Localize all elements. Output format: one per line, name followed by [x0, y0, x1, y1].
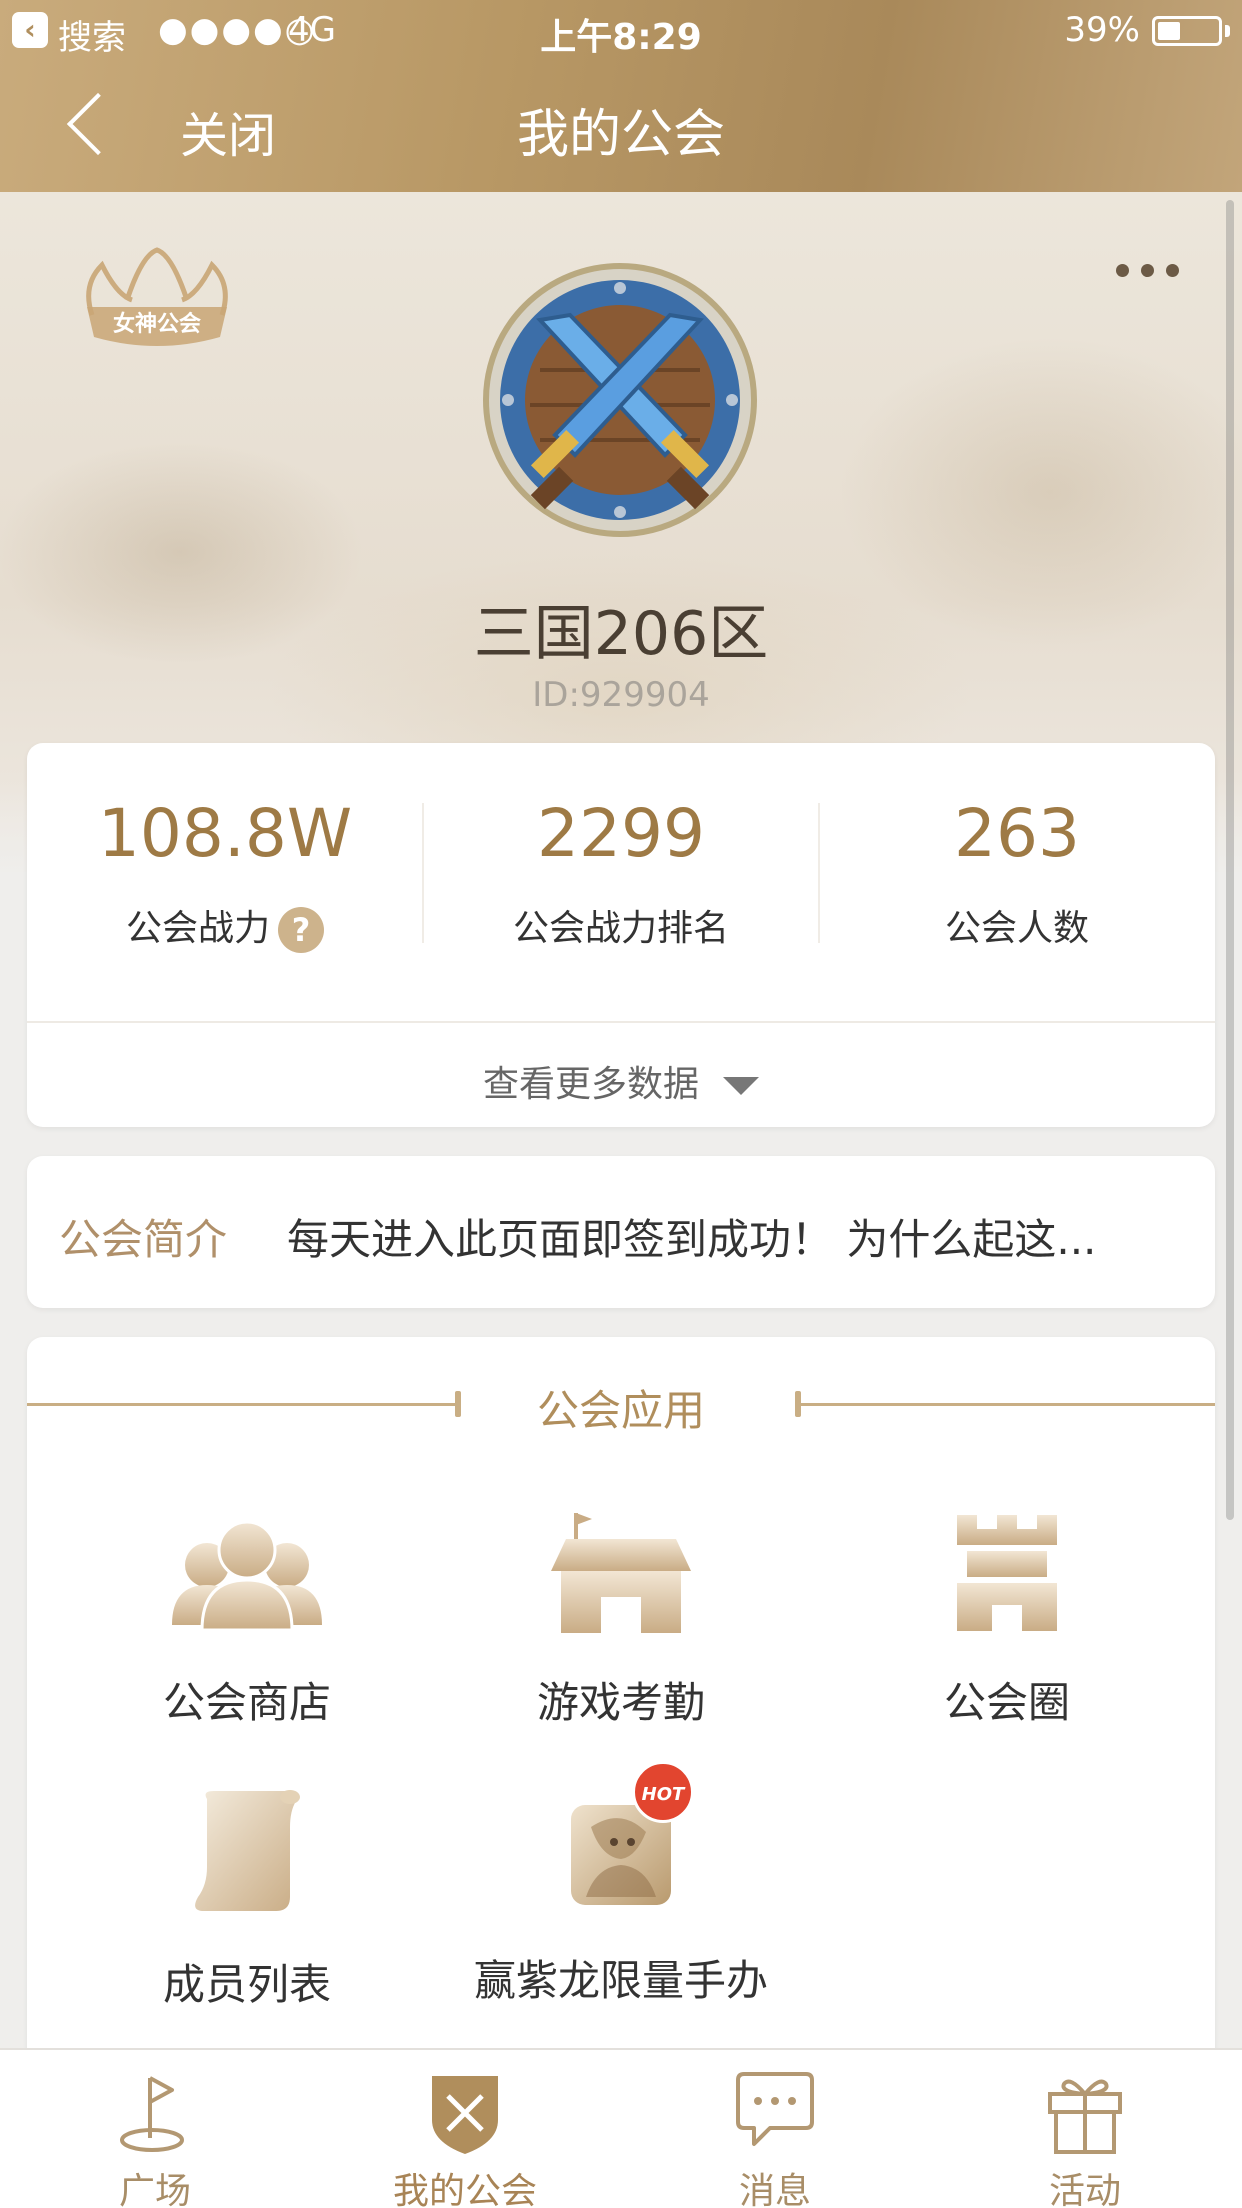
stat-members: 263 公会人数	[819, 743, 1215, 1023]
flag-icon	[120, 2076, 184, 2152]
app-label: 游戏考勤	[536, 1678, 705, 1727]
app-guild-circle[interactable]: 公会圈	[827, 1505, 1187, 1730]
stat-power-rank-label: 公会战力排名	[512, 908, 729, 949]
tab-label: 消息	[738, 2171, 811, 2208]
tab-plaza[interactable]: 广场	[0, 2068, 310, 2208]
card-divider	[27, 1021, 1215, 1023]
scrollbar[interactable]	[1226, 200, 1234, 1520]
guild-stats-card: 108.8W 公会战力? 2299 公会战力排名 263 公会人数 查看更多数据	[27, 743, 1215, 1127]
people-icon	[172, 1520, 322, 1632]
help-icon[interactable]: ?	[278, 907, 324, 953]
title-line-right	[797, 1403, 1215, 1406]
hot-badge: HOT	[632, 1761, 694, 1823]
app-label: 公会商店	[162, 1678, 331, 1727]
stat-power: 108.8W 公会战力?	[27, 743, 423, 1023]
app-label: 赢紫龙限量手办	[473, 1956, 768, 2005]
tab-activities[interactable]: 活动	[930, 2068, 1240, 2208]
bottom-tab-bar: 广场 我的公会 消息 活动	[0, 2048, 1242, 2208]
tab-my-guild[interactable]: 我的公会	[310, 2068, 620, 2208]
status-bar: ‹ 搜索 ●●●●○ 4G 上午8:29 39%	[0, 0, 1242, 60]
app-member-list[interactable]: 成员列表	[67, 1787, 427, 2012]
tab-label: 活动	[1048, 2171, 1121, 2208]
figure-thumb-wrap: HOT	[536, 1761, 706, 1917]
intro-text: 每天进入此页面即签到成功！ 为什么起这...	[287, 1215, 1097, 1264]
badge-text: 女神公会	[113, 311, 201, 337]
castle-icon	[957, 1515, 1057, 1631]
view-more-data-button[interactable]: 查看更多数据	[27, 1055, 1215, 1107]
stat-members-label: 公会人数	[944, 908, 1089, 949]
stat-power-label-row: 公会战力?	[27, 899, 423, 953]
triangle-down-icon	[723, 1077, 759, 1095]
guild-shield-icon	[432, 2076, 498, 2154]
top-bar: ‹ 搜索 ●●●●○ 4G 上午8:29 39% 关闭 我的公会	[0, 0, 1242, 192]
battery-tip	[1225, 25, 1230, 37]
apps-title: 公会应用	[536, 1386, 705, 1435]
guild-intro-card[interactable]: 公会简介 每天进入此页面即签到成功！ 为什么起这...	[27, 1156, 1215, 1308]
stat-members-value: 263	[954, 795, 1080, 872]
app-guild-shop[interactable]: 公会商店	[67, 1505, 427, 1730]
guild-id: ID:929904	[532, 675, 710, 715]
gift-icon	[1048, 2079, 1122, 2154]
stat-power-rank: 2299 公会战力排名	[423, 743, 819, 1023]
chat-icon	[736, 2072, 814, 2146]
app-label: 公会圈	[943, 1678, 1070, 1727]
page-title: 我的公会	[516, 105, 725, 165]
view-more-data-label: 查看更多数据	[482, 1064, 699, 1105]
tab-messages[interactable]: 消息	[620, 2068, 930, 2208]
tab-label: 广场	[118, 2171, 191, 2208]
guild-name: 三国206区	[473, 599, 769, 669]
tab-label: 我的公会	[392, 2171, 537, 2208]
store-icon	[551, 1513, 691, 1633]
stat-power-label: 公会战力	[125, 908, 270, 949]
app-game-attendance[interactable]: 游戏考勤	[441, 1505, 801, 1730]
stat-power-value: 108.8W	[97, 795, 353, 872]
guild-apps-card: 公会应用 公会商店 游戏考勤 公会圈 成员列表 HOT 赢紫龙限量手办	[27, 1337, 1215, 2057]
goddess-guild-badge-icon: 女神公会	[86, 247, 228, 346]
clock: 上午8:29	[540, 17, 702, 58]
app-win-figure[interactable]: HOT 赢紫龙限量手办	[441, 1761, 801, 2008]
guild-emblem-crossed-swords-icon	[483, 263, 757, 537]
app-label: 成员列表	[162, 1960, 331, 2009]
battery-percent: 39%	[1064, 10, 1140, 50]
battery-icon	[1152, 16, 1222, 46]
intro-label: 公会简介	[59, 1215, 228, 1264]
scroll-icon	[195, 1790, 300, 1911]
stat-power-rank-value: 2299	[537, 795, 705, 872]
more-options-icon[interactable]	[1116, 262, 1186, 278]
